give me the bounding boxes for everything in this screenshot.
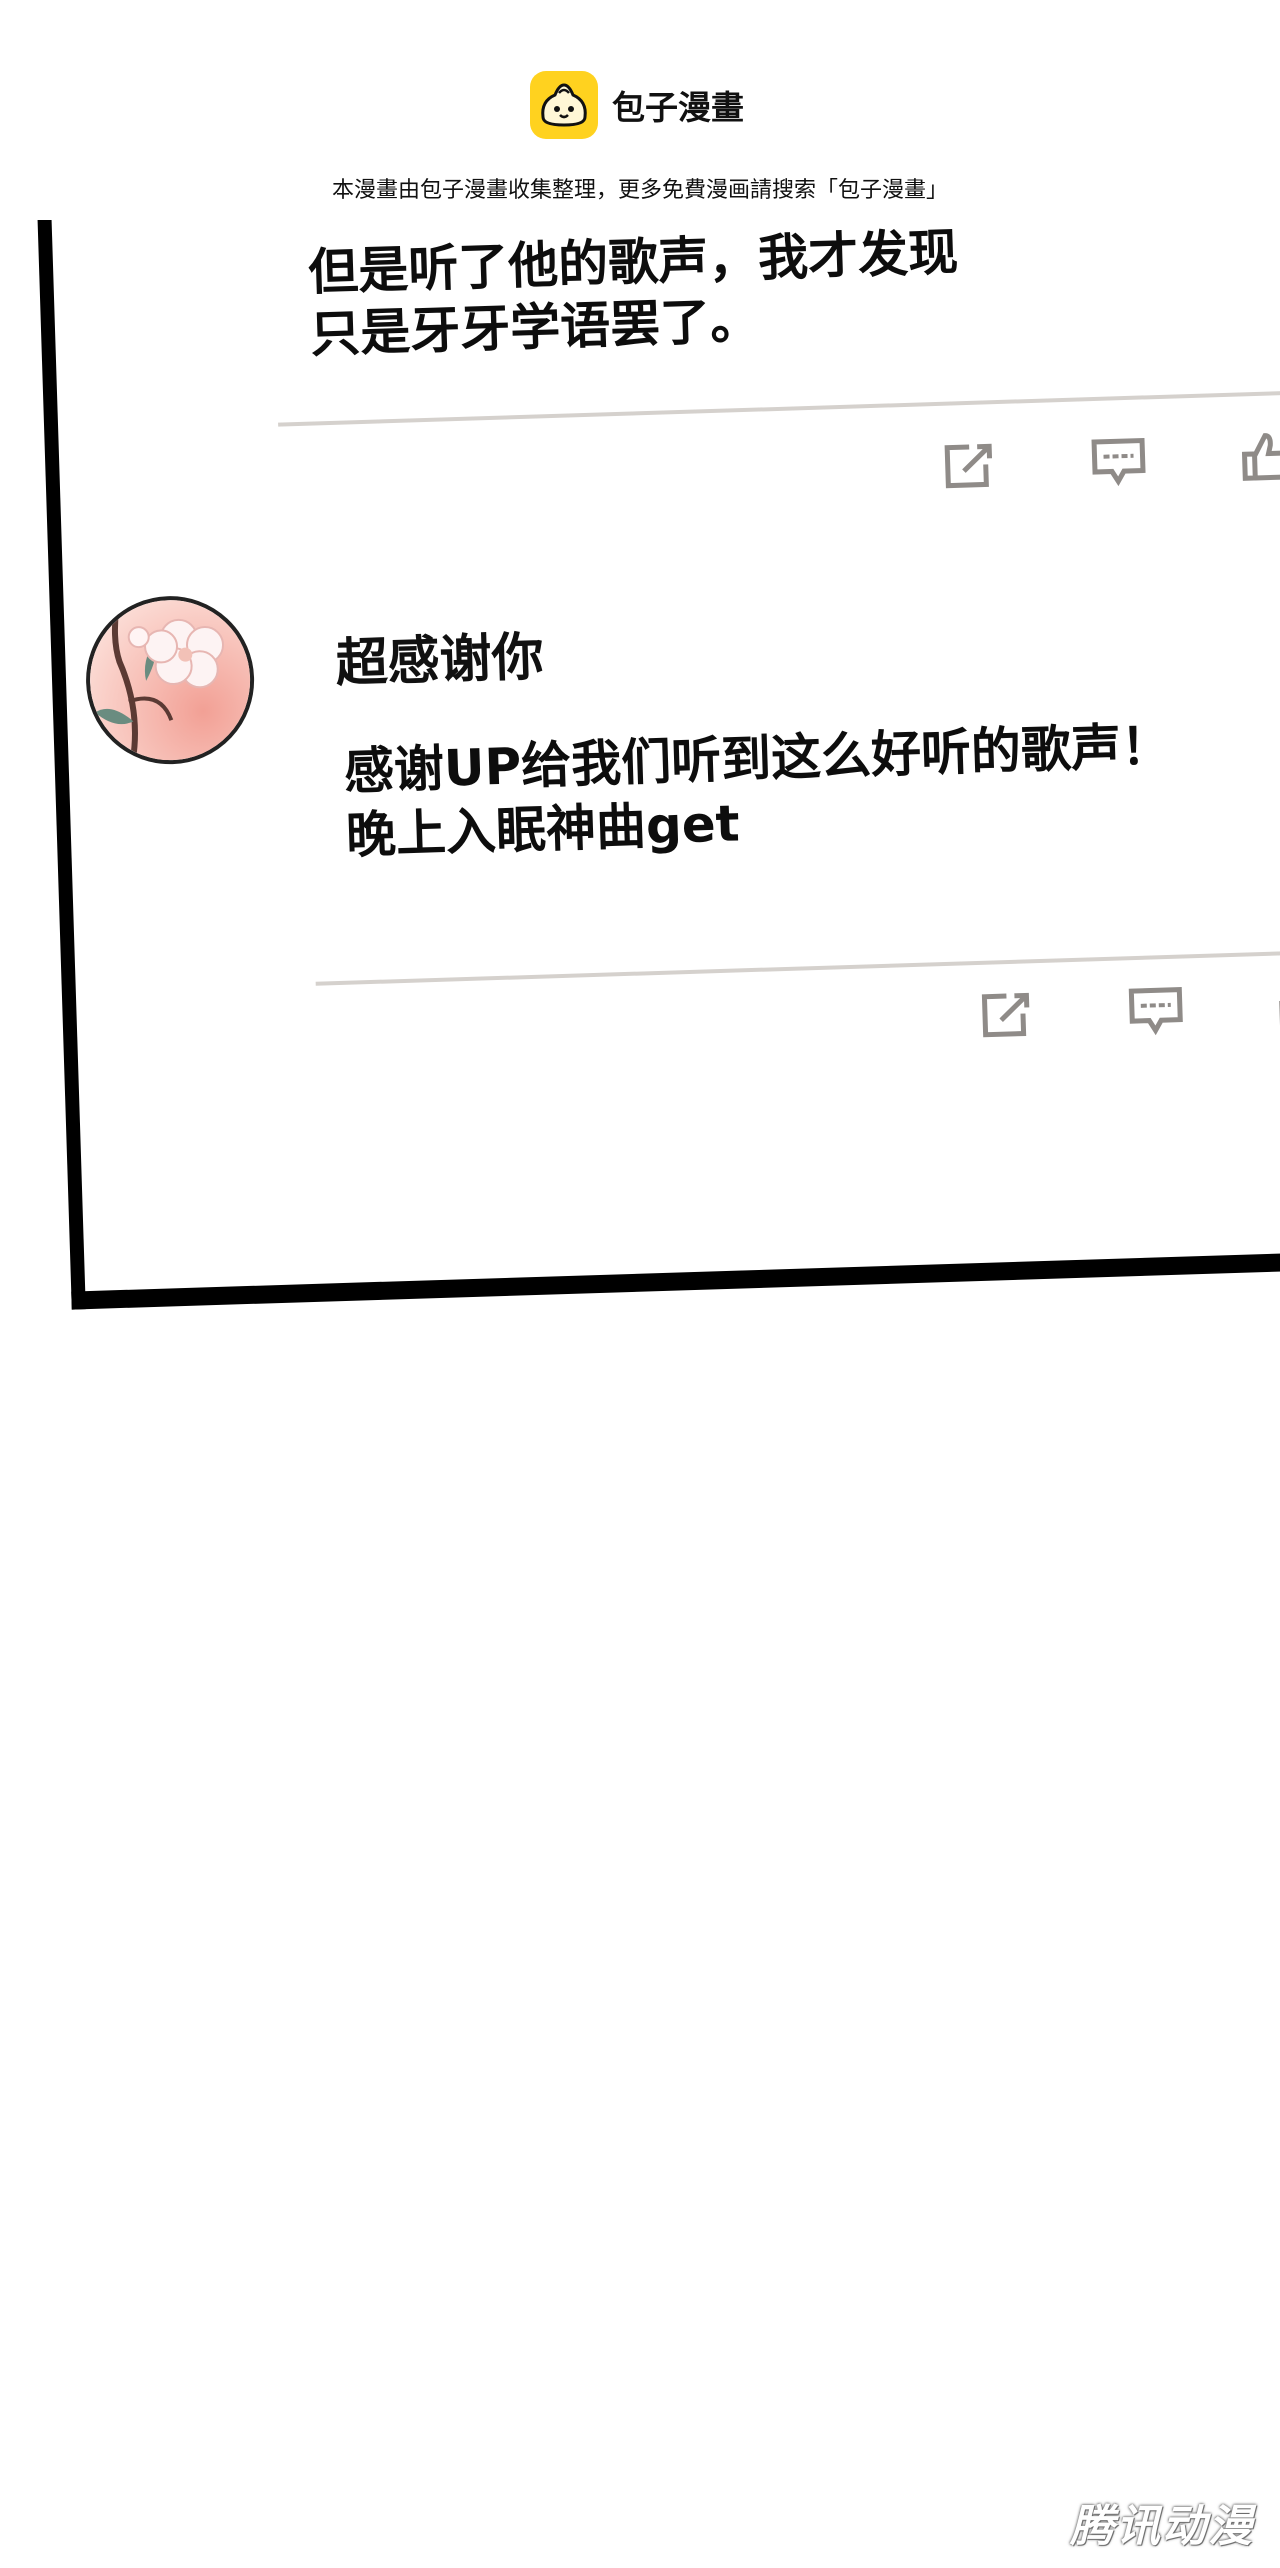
source-notice: 本漫畫由包子漫畫收集整理，更多免費漫画請搜索「包子漫畫」 (331, 178, 948, 203)
brand[interactable]: 包子漫畫 (530, 70, 744, 140)
comment-icon[interactable] (1089, 435, 1149, 487)
username[interactable]: 超感谢你 (334, 614, 545, 695)
bun-logo-icon (530, 71, 598, 139)
comment-1-line-2: 只是牙牙学语罢了。 (309, 291, 761, 364)
watermark: 腾讯动漫 (1070, 2501, 1254, 2552)
thumbs-up-icon[interactable] (1276, 980, 1280, 1032)
comment-2-line-2: 晚上入眠神曲get (345, 794, 741, 865)
comment-1-line-1: 但是听了他的歌声，我才发现 (307, 223, 959, 302)
divider (315, 945, 1280, 986)
avatar[interactable] (83, 593, 257, 767)
brand-name: 包子漫畫 (612, 88, 744, 127)
comment-2-line-1: 感谢UP给我们听到这么好听的歌声！ (343, 716, 1172, 801)
edit-icon[interactable] (976, 989, 1036, 1041)
divider (278, 385, 1280, 427)
comment-icon[interactable] (1126, 984, 1186, 1036)
comment-panel: 但是听了他的歌声，我才发现 只是牙牙学语罢了。 超感谢你 感谢UP给我们听到这么… (34, 86, 1280, 1310)
thumbs-up-icon[interactable] (1239, 431, 1280, 483)
site-header: 包子漫畫 本漫畫由包子漫畫收集整理，更多免費漫画請搜索「包子漫畫」 (0, 0, 1280, 220)
edit-icon[interactable] (939, 440, 999, 492)
